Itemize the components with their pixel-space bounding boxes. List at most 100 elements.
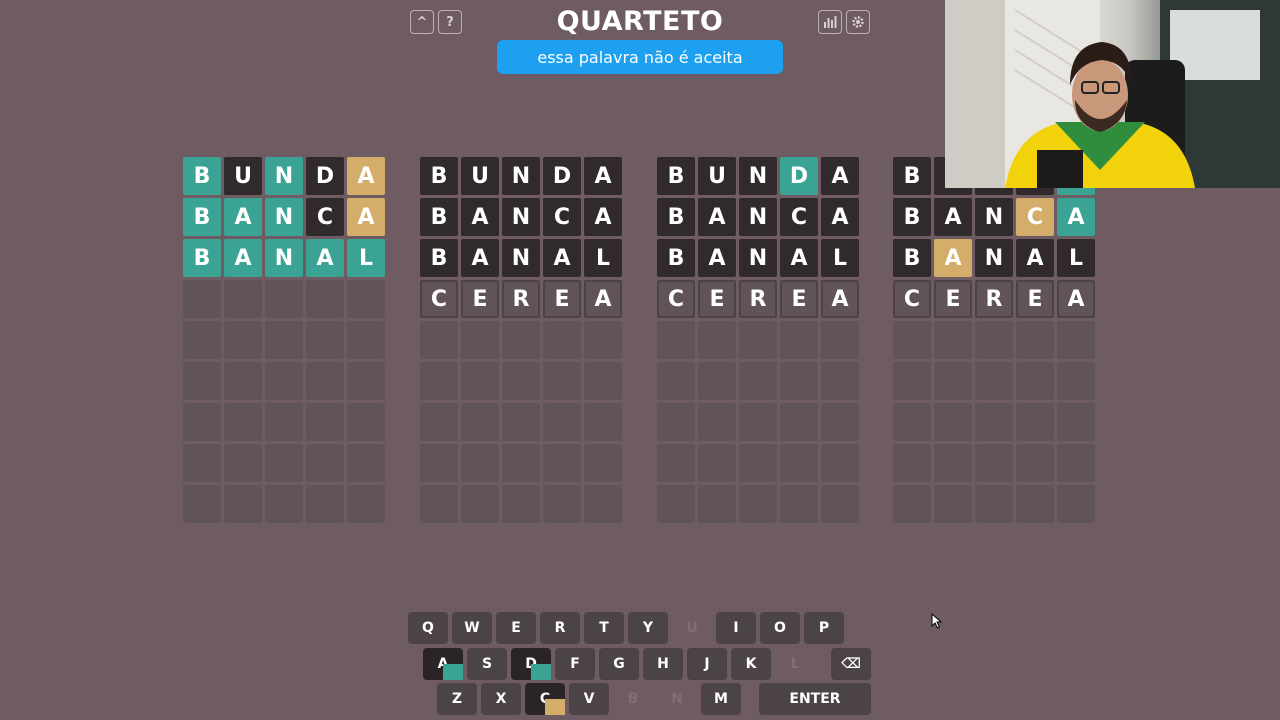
empty-tile bbox=[306, 444, 344, 482]
key-l[interactable]: L bbox=[775, 648, 815, 680]
empty-tile bbox=[893, 444, 931, 482]
empty-tile bbox=[265, 321, 303, 359]
empty-tile bbox=[543, 444, 581, 482]
letter-tile: B bbox=[420, 239, 458, 277]
gear-icon[interactable] bbox=[846, 10, 870, 34]
empty-tile bbox=[502, 321, 540, 359]
empty-tile bbox=[1057, 444, 1095, 482]
letter-tile: N bbox=[739, 157, 777, 195]
key-q[interactable]: Q bbox=[408, 612, 448, 644]
letter-tile: C bbox=[893, 280, 931, 318]
board-row bbox=[657, 321, 862, 362]
letter-tile: R bbox=[975, 280, 1013, 318]
key-label: W bbox=[464, 620, 480, 636]
key-label: H bbox=[657, 656, 669, 672]
key-j[interactable]: J bbox=[687, 648, 727, 680]
key-d[interactable]: D bbox=[511, 648, 551, 680]
board-row bbox=[657, 444, 862, 485]
board-1: BUNDABANCABANAL bbox=[183, 157, 388, 526]
empty-tile bbox=[739, 403, 777, 441]
letter-tile: C bbox=[306, 198, 344, 236]
key-o[interactable]: O bbox=[760, 612, 800, 644]
key-g[interactable]: G bbox=[599, 648, 639, 680]
board-row bbox=[893, 485, 1098, 526]
key-f[interactable]: F bbox=[555, 648, 595, 680]
empty-tile bbox=[975, 485, 1013, 523]
key-p[interactable]: P bbox=[804, 612, 844, 644]
key-y[interactable]: Y bbox=[628, 612, 668, 644]
key-h[interactable]: H bbox=[643, 648, 683, 680]
key-b[interactable]: B bbox=[613, 683, 653, 715]
empty-tile bbox=[821, 403, 859, 441]
letter-tile: U bbox=[461, 157, 499, 195]
letter-tile: A bbox=[306, 239, 344, 277]
letter-tile: E bbox=[543, 280, 581, 318]
empty-tile bbox=[934, 485, 972, 523]
board-row bbox=[420, 321, 625, 362]
empty-tile bbox=[224, 444, 262, 482]
board-row bbox=[183, 444, 388, 485]
empty-tile bbox=[821, 485, 859, 523]
backspace-key[interactable]: ⌫ bbox=[831, 648, 871, 680]
empty-tile bbox=[1016, 403, 1054, 441]
enter-key[interactable]: ENTER bbox=[759, 683, 871, 715]
key-c[interactable]: C bbox=[525, 683, 565, 715]
empty-tile bbox=[893, 485, 931, 523]
empty-tile bbox=[461, 321, 499, 359]
stats-icon[interactable] bbox=[818, 10, 842, 34]
key-label: Z bbox=[451, 691, 463, 707]
empty-tile bbox=[1016, 362, 1054, 400]
empty-tile bbox=[347, 280, 385, 318]
key-m[interactable]: M bbox=[701, 683, 741, 715]
empty-tile bbox=[347, 321, 385, 359]
empty-tile bbox=[1016, 321, 1054, 359]
letter-tile: A bbox=[698, 198, 736, 236]
board-row bbox=[183, 485, 388, 526]
empty-tile bbox=[265, 444, 303, 482]
letter-tile: E bbox=[780, 280, 818, 318]
empty-tile bbox=[739, 321, 777, 359]
mouse-cursor-icon bbox=[931, 613, 943, 629]
board-row bbox=[183, 403, 388, 444]
empty-tile bbox=[265, 485, 303, 523]
letter-tile: D bbox=[306, 157, 344, 195]
key-e[interactable]: E bbox=[496, 612, 536, 644]
empty-tile bbox=[657, 444, 695, 482]
letter-tile: L bbox=[584, 239, 622, 277]
board-row bbox=[420, 362, 625, 403]
empty-tile bbox=[306, 280, 344, 318]
key-u[interactable]: U bbox=[672, 612, 712, 644]
key-label: V bbox=[583, 691, 595, 707]
empty-tile bbox=[780, 403, 818, 441]
keyboard-row-2: A S D F G H J K L ⌫ bbox=[423, 648, 875, 680]
key-s[interactable]: S bbox=[467, 648, 507, 680]
key-i[interactable]: I bbox=[716, 612, 756, 644]
key-k[interactable]: K bbox=[731, 648, 771, 680]
letter-tile: B bbox=[183, 198, 221, 236]
key-n[interactable]: N bbox=[657, 683, 697, 715]
empty-tile bbox=[739, 485, 777, 523]
key-z[interactable]: Z bbox=[437, 683, 477, 715]
empty-tile bbox=[502, 403, 540, 441]
key-label: Y bbox=[642, 620, 654, 636]
empty-tile bbox=[780, 362, 818, 400]
key-r[interactable]: R bbox=[540, 612, 580, 644]
letter-tile: N bbox=[265, 198, 303, 236]
letter-tile: A bbox=[584, 198, 622, 236]
letter-tile: N bbox=[502, 198, 540, 236]
key-w[interactable]: W bbox=[452, 612, 492, 644]
key-x[interactable]: X bbox=[481, 683, 521, 715]
letter-tile: A bbox=[584, 280, 622, 318]
empty-tile bbox=[420, 444, 458, 482]
board-row bbox=[893, 444, 1098, 485]
key-t[interactable]: T bbox=[584, 612, 624, 644]
empty-tile bbox=[265, 280, 303, 318]
letter-tile: E bbox=[461, 280, 499, 318]
key-a[interactable]: A bbox=[423, 648, 463, 680]
empty-tile bbox=[183, 362, 221, 400]
empty-tile bbox=[543, 321, 581, 359]
key-label: N bbox=[671, 691, 683, 707]
empty-tile bbox=[698, 485, 736, 523]
empty-tile bbox=[584, 321, 622, 359]
key-v[interactable]: V bbox=[569, 683, 609, 715]
